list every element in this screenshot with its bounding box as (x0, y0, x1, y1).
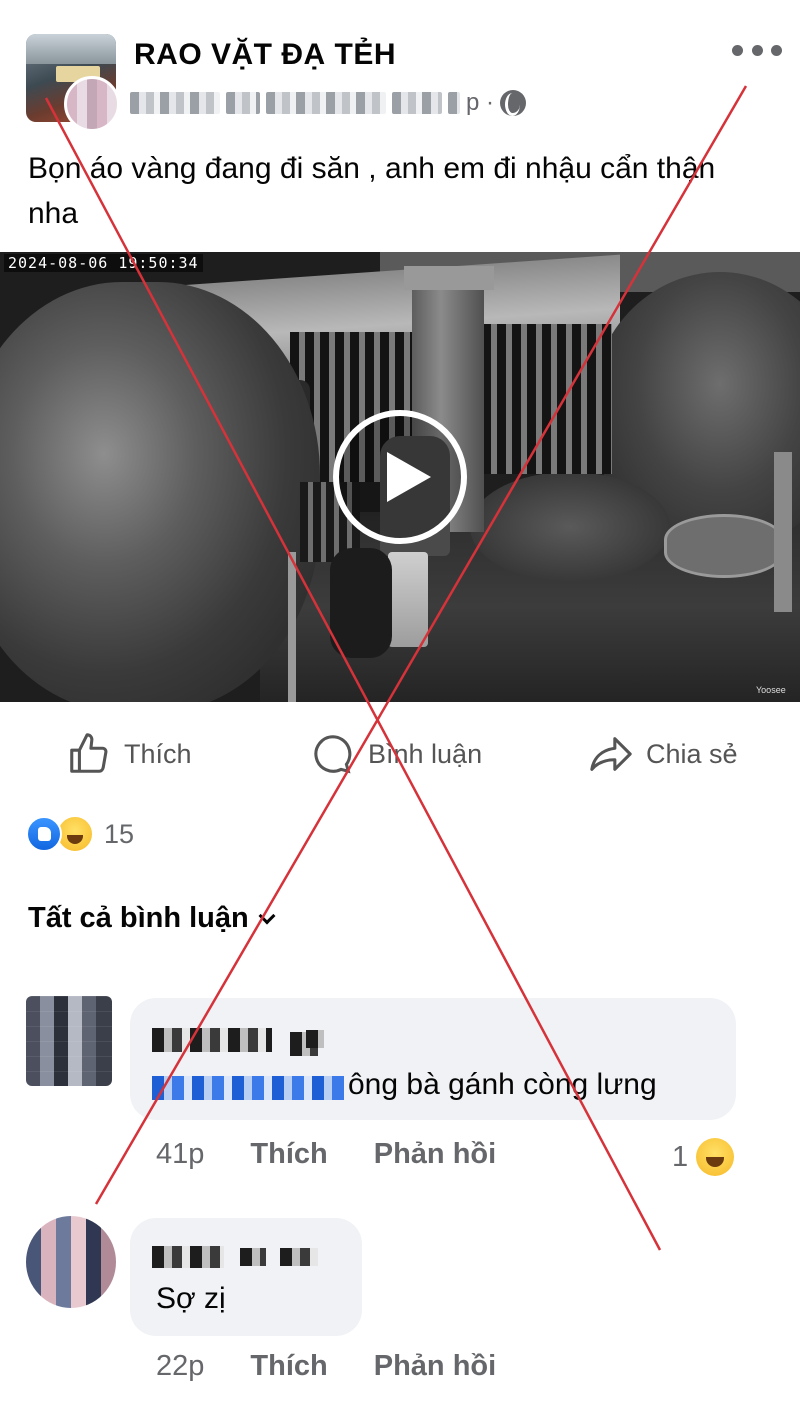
blurred-poster-name-2 (226, 92, 260, 114)
comment-text: ông bà gánh còng lưng (348, 1068, 657, 1101)
video-person-legs (388, 552, 428, 647)
share-button[interactable]: Chia sẻ (588, 728, 738, 780)
comment-label: Bình luận (368, 738, 483, 769)
reaction-count: 15 (104, 818, 135, 849)
play-icon[interactable] (333, 410, 467, 544)
haha-reaction-icon (696, 1138, 735, 1176)
video-plant-stem (288, 552, 296, 702)
comment-button[interactable]: Bình luận (310, 728, 482, 780)
dot (771, 44, 782, 56)
like-reaction-icon (26, 816, 62, 852)
comment-reply-button[interactable]: Phản hồi (374, 1350, 496, 1383)
video-brand-watermark: Yoosee (756, 685, 786, 695)
thumbs-up-icon (70, 733, 108, 773)
comment-bubble-icon (314, 735, 352, 774)
blurred-timestamp (448, 92, 460, 114)
video-timestamp: 2024-08-06 19:50:34 (4, 254, 203, 272)
blurred-commenter-name-3 (306, 1030, 324, 1048)
comment-bubble: Sợ zị (130, 1218, 362, 1336)
comment-meta: 22p Thích Phản hồi (156, 1350, 496, 1383)
poster-avatar-blurred[interactable] (64, 76, 120, 132)
blurred-commenter-name[interactable] (152, 1246, 224, 1268)
comment-time: 41p (156, 1138, 205, 1170)
share-arrow-icon (590, 737, 632, 771)
group-name[interactable]: RAO VẶT ĐẠ TẺH (134, 38, 396, 72)
blurred-commenter-name[interactable] (152, 1028, 272, 1052)
globe-icon (500, 90, 527, 116)
blurred-tagged-name[interactable] (152, 1076, 344, 1100)
more-options-icon[interactable] (732, 40, 782, 60)
post-text: Bọn áo vàng đang đi săn , anh em đi nhậu… (28, 152, 716, 230)
avatar-roof (26, 34, 116, 64)
blurred-commenter-name-2 (240, 1248, 266, 1266)
like-label: Thích (124, 738, 192, 769)
comment-reply-button[interactable]: Phản hồi (374, 1138, 496, 1171)
comment-like-button[interactable]: Thích (250, 1350, 327, 1383)
video-post (774, 452, 792, 612)
post-video[interactable]: 2024-08-06 19:50:34 Yoosee (0, 252, 800, 702)
video-pillar-cap (404, 266, 494, 290)
blurred-poster-name (130, 92, 220, 114)
comment-reaction[interactable]: 1 (672, 1138, 735, 1176)
comment-reaction-count: 1 (672, 1140, 689, 1173)
share-label: Chia sẻ (646, 738, 738, 769)
comment-meta: 41p Thích Phản hồi (156, 1138, 496, 1171)
video-tree (0, 282, 320, 702)
post-time-suffix[interactable]: p · (466, 89, 494, 117)
blurred-poster-name-4 (392, 92, 442, 114)
dot (751, 44, 763, 56)
blurred-poster-name-3 (266, 92, 386, 114)
dot (732, 44, 743, 56)
reactions-summary[interactable]: 15 (26, 814, 134, 854)
comments-filter-label: Tất cả bình luận (28, 902, 249, 934)
commenter-avatar-blurred[interactable] (26, 996, 112, 1086)
comment-bubble: ông bà gánh còng lưng (130, 998, 736, 1120)
comments-filter-dropdown[interactable]: Tất cả bình luận (28, 902, 276, 935)
blurred-commenter-name-3 (280, 1248, 318, 1266)
comment-text: Sợ zị (156, 1282, 226, 1315)
like-button[interactable]: Thích (66, 728, 192, 780)
chevron-down-icon (258, 907, 276, 924)
video-plant-pot (664, 514, 784, 578)
post-meta: p · (130, 88, 527, 118)
commenter-avatar-blurred[interactable] (26, 1216, 116, 1308)
comment-like-button[interactable]: Thích (250, 1138, 327, 1171)
video-fence (482, 324, 612, 474)
comment-time: 22p (156, 1350, 205, 1382)
video-person (330, 548, 392, 658)
video-bush (470, 472, 670, 582)
